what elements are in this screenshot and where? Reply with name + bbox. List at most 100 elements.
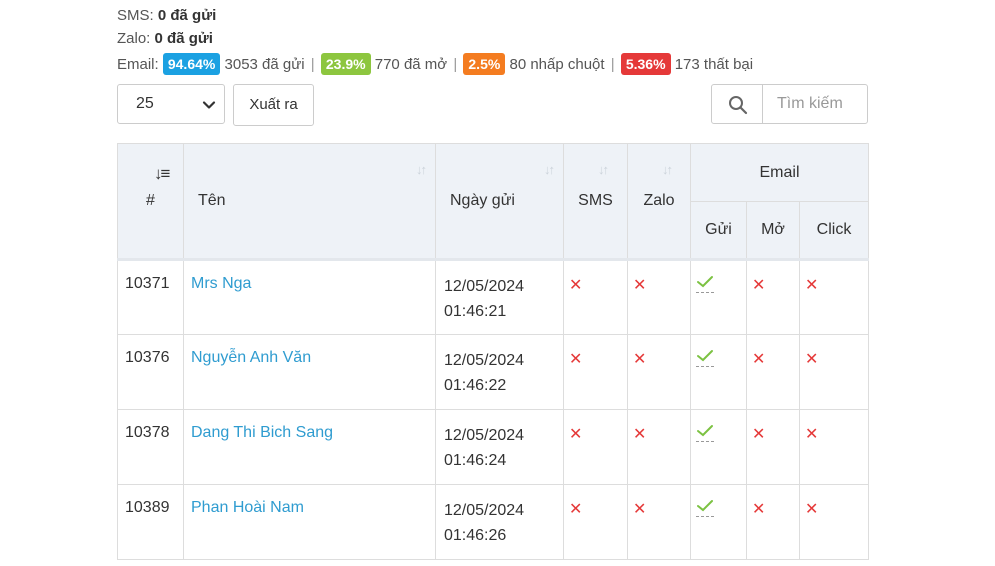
search-icon [729, 96, 748, 115]
zalo-status: ✕ [627, 409, 691, 485]
column-group-email: Email [689, 143, 870, 202]
column-header-name-label: Tên [198, 192, 226, 209]
search-button[interactable] [711, 84, 763, 124]
chevron-down-icon [202, 101, 216, 109]
zalo-label: Zalo: [117, 30, 151, 47]
cross-icon: ✕ [805, 277, 819, 294]
column-header-sms[interactable]: SMS ↓↑ [563, 143, 628, 260]
separator: | [310, 56, 315, 73]
cross-icon: ✕ [569, 277, 583, 294]
column-header-zalo[interactable]: Zalo ↓↑ [627, 143, 691, 260]
column-header-id[interactable]: ↓≡ # [117, 143, 184, 260]
email-stat: Email: 94.64% 3053 đã gửi | 23.9% 770 đã… [117, 53, 753, 76]
sort-desc-icon: ↓≡ [154, 164, 170, 183]
column-header-date-label: Ngày gửi [450, 192, 515, 209]
sms-value: 0 đã gửi [157, 7, 217, 24]
row-date-cell: 12/05/2024 01:46:21 [435, 259, 564, 335]
click-count: 80 nhấp chuột [509, 56, 605, 73]
recipient-name-link[interactable]: Nguyễn Anh Văn [191, 349, 311, 366]
table-row: 10371 Mrs Nga 12/05/2024 01:46:21 ✕ ✕ ✕ ✕ [117, 259, 870, 335]
check-icon[interactable] [696, 349, 714, 367]
column-header-zalo-label: Zalo [643, 192, 675, 209]
sent-percent-badge: 94.64% [162, 53, 221, 75]
email-click-status: ✕ [798, 259, 870, 335]
recipient-name-link[interactable]: Dang Thi Bich Sang [191, 424, 333, 441]
zalo-stat: Zalo: 0 đã gửi [117, 27, 753, 50]
row-name-cell: Nguyễn Anh Văn [183, 334, 436, 410]
cross-icon: ✕ [805, 426, 819, 443]
email-click-status: ✕ [798, 334, 870, 410]
row-date-cell: 12/05/2024 01:46:26 [435, 484, 564, 560]
sms-stat: SMS: 0 đã gửi [117, 4, 753, 27]
email-sent-status [690, 484, 747, 560]
sms-status: ✕ [563, 259, 628, 335]
check-icon[interactable] [696, 275, 714, 293]
column-header-date[interactable]: Ngày gửi ↓↑ [435, 143, 564, 260]
open-percent-badge: 23.9% [320, 53, 371, 75]
send-date: 12/05/2024 [444, 278, 525, 295]
sort-icon: ↓↑ [416, 162, 427, 177]
send-time: 01:46:26 [444, 527, 507, 544]
recipient-name-link[interactable]: Phan Hoài Nam [191, 499, 304, 516]
zalo-status: ✕ [627, 334, 691, 410]
email-open-status: ✕ [746, 334, 800, 410]
page-size-value: 25 [136, 95, 154, 112]
sms-status: ✕ [563, 409, 628, 485]
sort-icon: ↓↑ [662, 162, 673, 177]
row-name-cell: Dang Thi Bich Sang [183, 409, 436, 485]
column-header-name[interactable]: Tên ↓↑ [183, 143, 436, 260]
recipients-table: ↓≡ # Tên ↓↑ Ngày gửi ↓↑ SMS ↓↑ Zalo ↓↑ E… [117, 143, 870, 560]
column-header-sent[interactable]: Gửi [690, 201, 747, 260]
column-header-id-label: # [146, 192, 155, 209]
fail-percent-badge: 5.36% [620, 53, 671, 75]
zalo-status: ✕ [627, 484, 691, 560]
row-id: 10371 [117, 259, 184, 335]
row-date-cell: 12/05/2024 01:46:24 [435, 409, 564, 485]
email-sent-status [690, 409, 747, 485]
cross-icon: ✕ [569, 501, 583, 518]
cross-icon: ✕ [633, 351, 647, 368]
email-click-status: ✕ [798, 484, 870, 560]
fail-count: 173 thất bại [674, 56, 754, 73]
open-count: 770 đã mở [374, 56, 448, 73]
zalo-value: 0 đã gửi [154, 30, 213, 47]
search-input[interactable] [762, 84, 868, 124]
cross-icon: ✕ [569, 426, 583, 443]
send-stats: SMS: 0 đã gửi Zalo: 0 đã gửi Email: 94.6… [117, 4, 753, 76]
check-icon[interactable] [696, 424, 714, 442]
sort-icon: ↓↑ [598, 162, 609, 177]
email-open-status: ✕ [746, 409, 800, 485]
row-id: 10389 [117, 484, 184, 560]
cross-icon: ✕ [633, 277, 647, 294]
email-click-status: ✕ [798, 409, 870, 485]
sort-icon: ↓↑ [544, 162, 555, 177]
sms-status: ✕ [563, 334, 628, 410]
recipient-name-link[interactable]: Mrs Nga [191, 275, 251, 292]
check-icon[interactable] [696, 499, 714, 517]
table-row: 10378 Dang Thi Bich Sang 12/05/2024 01:46… [117, 409, 870, 485]
row-name-cell: Mrs Nga [183, 259, 436, 335]
send-time: 01:46:24 [444, 452, 507, 469]
column-header-sms-label: SMS [578, 192, 613, 209]
send-date: 12/05/2024 [444, 502, 525, 519]
cross-icon: ✕ [569, 351, 583, 368]
email-open-status: ✕ [746, 259, 800, 335]
page-size-select[interactable]: 25 [117, 84, 225, 124]
email-sent-status [690, 259, 747, 335]
cross-icon: ✕ [633, 426, 647, 443]
column-header-click[interactable]: Click [798, 201, 870, 260]
separator: | [610, 56, 615, 73]
click-percent-badge: 2.5% [463, 53, 506, 75]
export-button[interactable]: Xuất ra [233, 84, 314, 126]
sms-status: ✕ [563, 484, 628, 560]
column-header-open[interactable]: Mở [746, 201, 800, 260]
send-time: 01:46:21 [444, 303, 507, 320]
email-open-status: ✕ [746, 484, 800, 560]
row-name-cell: Phan Hoài Nam [183, 484, 436, 560]
sent-count: 3053 đã gửi [224, 56, 305, 73]
email-sent-status [690, 334, 747, 410]
cross-icon: ✕ [752, 277, 766, 294]
cross-icon: ✕ [805, 351, 819, 368]
cross-icon: ✕ [805, 501, 819, 518]
send-time: 01:46:22 [444, 377, 507, 394]
